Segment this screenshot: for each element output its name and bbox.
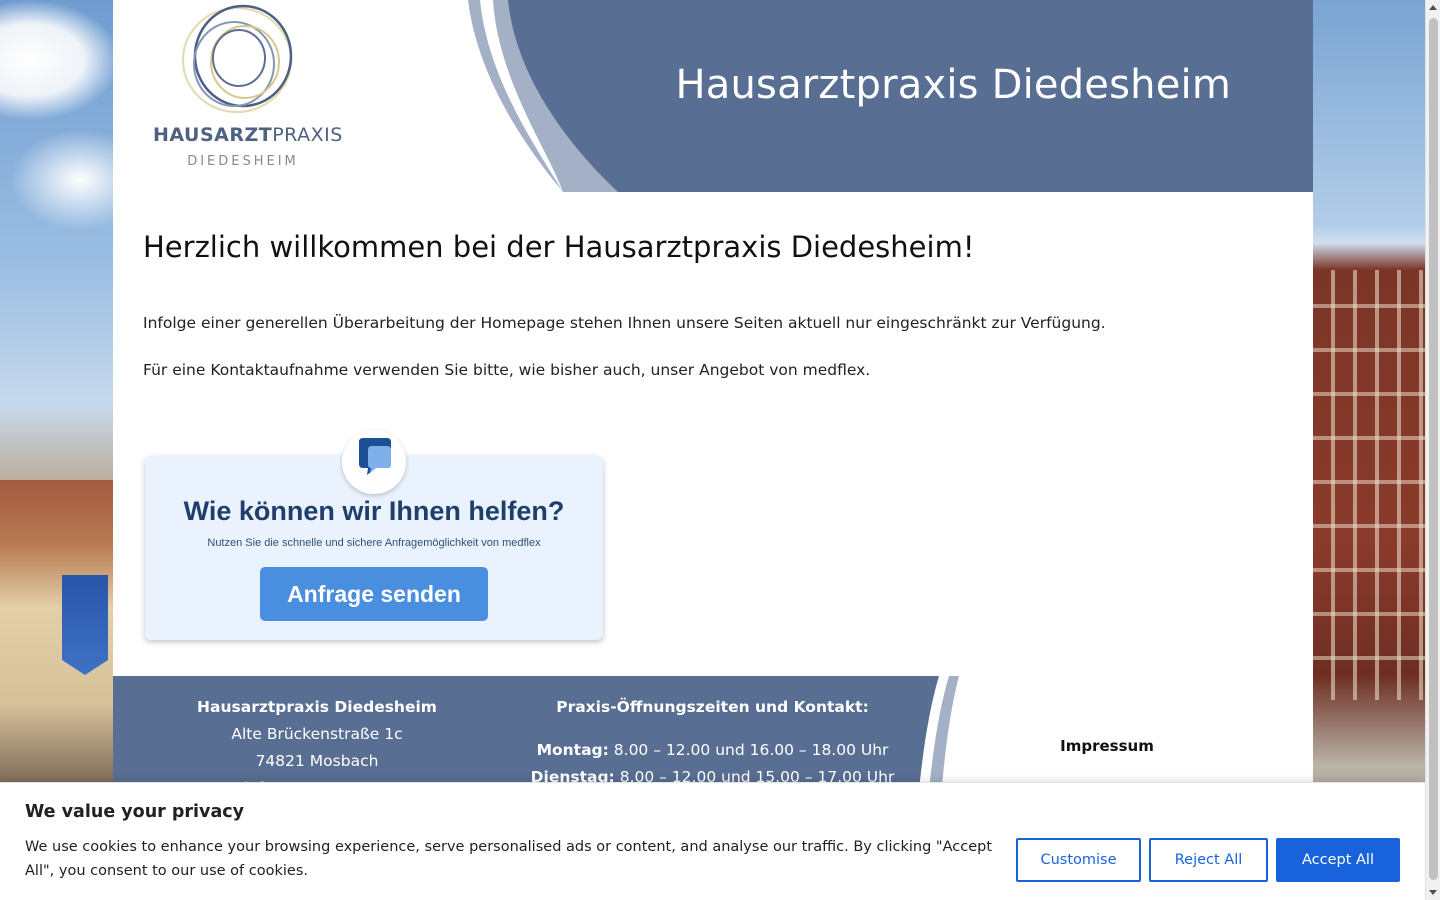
cookie-text: We use cookies to enhance your browsing … bbox=[25, 839, 993, 879]
footer-opening-hours: Praxis-Öffnungszeiten und Kontakt: Monta… bbox=[521, 694, 904, 791]
cookie-consent-banner: We value your privacy We use cookies to … bbox=[0, 782, 1425, 900]
background-timber-house bbox=[1313, 270, 1425, 700]
page-container: Hausarztpraxis Diedesheim HAUSARZTPRAXIS… bbox=[113, 0, 1313, 900]
medflex-subline: Nutzen Sie die schnelle und sichere Anfr… bbox=[207, 537, 541, 549]
medflex-chat-icon bbox=[359, 438, 391, 475]
medflex-logo-badge bbox=[342, 430, 406, 494]
background-left-scenery bbox=[0, 0, 113, 900]
page-scrollbar[interactable] bbox=[1425, 0, 1440, 900]
hours-monday: Montag: 8.00 – 12.00 und 16.00 – 18.00 U… bbox=[536, 741, 889, 759]
cookie-title: We value your privacy bbox=[25, 802, 245, 822]
scroll-up-arrow-icon[interactable] bbox=[1429, 5, 1437, 10]
logo-wordmark: HAUSARZTPRAXIS bbox=[153, 124, 343, 146]
background-right-scenery bbox=[1313, 0, 1425, 900]
customise-button[interactable]: Customise bbox=[1016, 838, 1141, 882]
page-title: Herzlich willkommen bei der Hausarztprax… bbox=[143, 230, 975, 264]
footer-city: 74821 Mosbach bbox=[255, 752, 379, 770]
opening-hours-heading: Praxis-Öffnungszeiten und Kontakt: bbox=[556, 698, 869, 716]
impressum-link[interactable]: Impressum bbox=[1007, 737, 1207, 755]
footer-street: Alte Brückenstraße 1c bbox=[231, 725, 403, 743]
intro-paragraph: Infolge einer generellen Überarbeitung d… bbox=[143, 314, 1106, 332]
footer-practice-name: Hausarztpraxis Diedesheim bbox=[197, 698, 437, 716]
scrollbar-thumb[interactable] bbox=[1429, 18, 1438, 880]
background-flag bbox=[62, 575, 108, 675]
accept-all-button[interactable]: Accept All bbox=[1276, 838, 1400, 882]
main-content: Herzlich willkommen bei der Hausarztprax… bbox=[113, 192, 1313, 381]
reject-all-button[interactable]: Reject All bbox=[1149, 838, 1268, 882]
medflex-widget: Wie können wir Ihnen helfen? Nutzen Sie … bbox=[145, 430, 605, 642]
medflex-headline: Wie können wir Ihnen helfen? bbox=[183, 496, 565, 526]
logo-rings-icon bbox=[181, 4, 293, 114]
site-logo[interactable]: HAUSARZTPRAXIS DIEDESHEIM bbox=[149, 4, 343, 174]
header-title: Hausarztpraxis Diedesheim bbox=[675, 62, 1231, 108]
send-request-button[interactable]: Anfrage senden bbox=[260, 567, 488, 621]
scroll-down-arrow-icon[interactable] bbox=[1429, 890, 1437, 895]
site-header: Hausarztpraxis Diedesheim HAUSARZTPRAXIS… bbox=[113, 0, 1313, 192]
contact-paragraph: Für eine Kontaktaufnahme verwenden Sie b… bbox=[143, 361, 871, 379]
logo-subword: DIEDESHEIM bbox=[187, 154, 299, 169]
